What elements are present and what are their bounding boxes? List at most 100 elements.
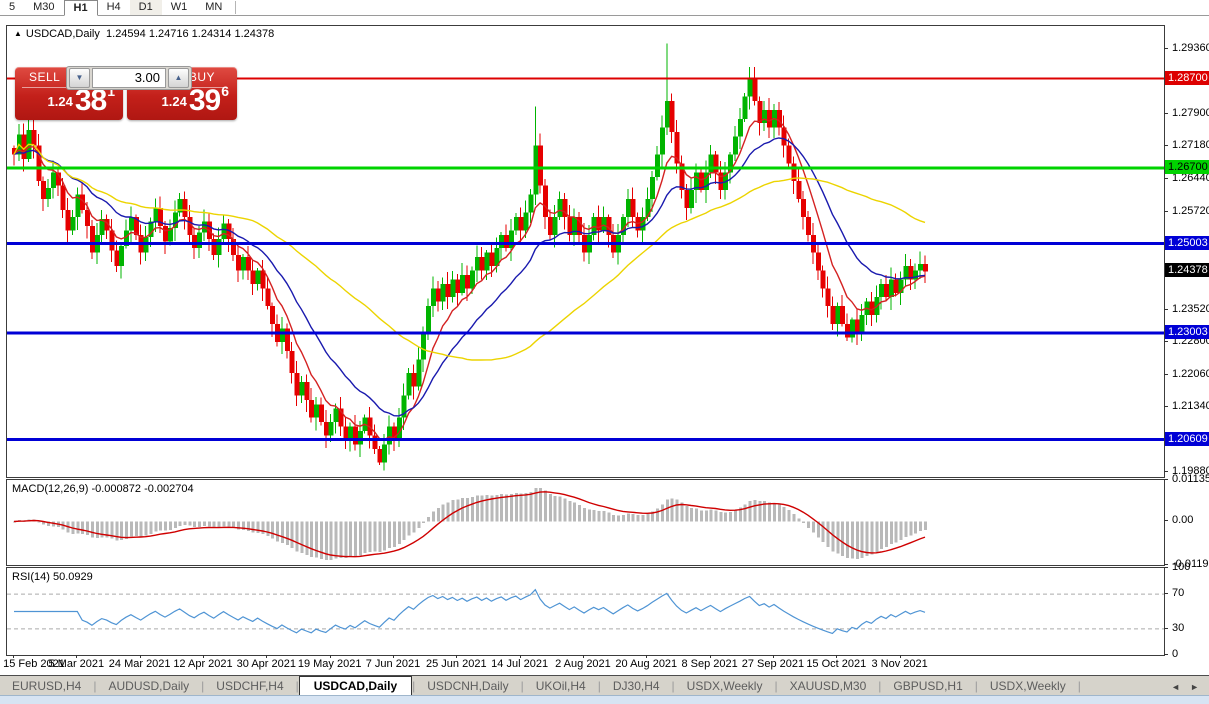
sell-label: SELL — [29, 70, 60, 84]
time-axis: 15 Feb 20215 Mar 202124 Mar 202112 Apr 2… — [0, 655, 1164, 674]
chart-tab-usdchf-h4[interactable]: USDCHF,H4 — [204, 677, 295, 696]
price-tick-label: 1.26440 — [1172, 172, 1209, 185]
macd-histogram — [13, 488, 927, 560]
rsi-tick-label: 0 — [1172, 648, 1178, 661]
timeframe-tab-w1[interactable]: W1 — [162, 0, 197, 15]
price-badge-1.23003: 1.23003 — [1165, 325, 1209, 339]
rsi-line — [14, 590, 925, 634]
timeframe-tab-h4[interactable]: H4 — [98, 0, 130, 15]
rsi-indicator-label: RSI(14) 50.0929 — [12, 571, 93, 583]
chart-tab-usdx-weekly[interactable]: USDX,Weekly — [675, 677, 775, 696]
chevron-up-icon: ▲ — [175, 73, 183, 82]
macd-tick-mark — [1164, 520, 1168, 521]
buy-price-big: 39 — [189, 84, 220, 117]
price-badge-1.20609: 1.20609 — [1165, 432, 1209, 446]
volume-decrease-button[interactable]: ▼ — [69, 68, 90, 88]
date-label: 8 Sep 2021 — [681, 658, 737, 670]
price-axis: 1.29360 1.27900 1.27180 1.26440 1.25720 1.235… — [1164, 16, 1209, 676]
price-tick-mark — [1164, 145, 1168, 146]
sell-price-prefix: 1.24 — [48, 94, 73, 109]
price-tick-mark — [1164, 374, 1168, 375]
price-badge-1.28700: 1.28700 — [1165, 71, 1209, 85]
timeframe-tab-5[interactable]: 5 — [0, 0, 24, 15]
rsi-tick-mark — [1164, 654, 1168, 655]
date-label: 30 Apr 2021 — [237, 658, 296, 670]
chart-tab-xauusd-m30[interactable]: XAUUSD,M30 — [778, 677, 879, 696]
chart-tab-gbpusd-h1[interactable]: GBPUSD,H1 — [881, 677, 974, 696]
price-tick-mark — [1164, 309, 1168, 310]
price-tick-label: 1.22060 — [1172, 368, 1209, 381]
timeframe-tab-m30[interactable]: M30 — [24, 0, 63, 15]
chart-tab-ukoil-h4[interactable]: UKOil,H4 — [524, 677, 598, 696]
price-tick-label: 1.27900 — [1172, 107, 1209, 120]
date-label: 7 Jun 2021 — [366, 658, 420, 670]
tab-scroll-right-icon[interactable]: ► — [1190, 682, 1199, 692]
date-label: 15 Oct 2021 — [806, 658, 866, 670]
chart-tab-dj30-h4[interactable]: DJ30,H4 — [601, 677, 672, 696]
price-tick-label: 1.23520 — [1172, 303, 1209, 316]
date-label: 3 Nov 2021 — [871, 658, 927, 670]
chevron-down-icon: ▼ — [76, 73, 84, 82]
price-tick-mark — [1164, 406, 1168, 407]
macd-tick-label: 0.00 — [1172, 514, 1193, 527]
tab-separator: | — [1078, 679, 1081, 696]
volume-spinner: ▼ 3.00 ▲ — [66, 66, 192, 90]
chart-ohlc-values: 1.24594 1.24716 1.24314 1.24378 — [106, 28, 274, 40]
chart-tab-usdcad-daily[interactable]: USDCAD,Daily — [299, 676, 412, 697]
chart-symbol-label: USDCAD,Daily — [26, 28, 100, 40]
macd-tick-label: 0.01135 — [1172, 473, 1209, 486]
date-label: 12 Apr 2021 — [173, 658, 232, 670]
buy-price-prefix: 1.24 — [162, 94, 187, 109]
chart-tab-usdx-weekly[interactable]: USDX,Weekly — [978, 677, 1078, 696]
toolbar-separator — [235, 1, 236, 14]
date-label: 19 May 2021 — [298, 658, 362, 670]
rsi-indicator-panel: RSI(14) 50.0929 — [6, 567, 1165, 656]
price-tick-label: 1.29360 — [1172, 42, 1209, 55]
price-badge-1.24378: 1.24378 — [1165, 263, 1209, 277]
price-badge-1.26700: 1.26700 — [1165, 160, 1209, 174]
date-label: 2 Aug 2021 — [555, 658, 611, 670]
price-badge-1.25003: 1.25003 — [1165, 236, 1209, 250]
rsi-tick-label: 100 — [1172, 561, 1190, 574]
macd-tick-mark — [1164, 479, 1168, 480]
status-strip — [0, 695, 1209, 704]
date-label: 14 Jul 2021 — [491, 658, 548, 670]
price-tick-label: 1.25720 — [1172, 205, 1209, 218]
tab-scroll-left-icon[interactable]: ◄ — [1171, 682, 1180, 692]
collapse-panel-icon[interactable]: ▲ — [14, 29, 22, 38]
ma-line-50 — [14, 144, 925, 360]
buy-label: BUY — [189, 70, 215, 84]
date-label: 27 Sep 2021 — [742, 658, 804, 670]
chart-tab-audusd-daily[interactable]: AUDUSD,Daily — [96, 677, 201, 696]
price-tick-label: 1.21340 — [1172, 400, 1209, 413]
rsi-tick-mark — [1164, 567, 1168, 568]
timeframe-tab-h1[interactable]: H1 — [64, 0, 98, 16]
chart-tab-usdcnh-daily[interactable]: USDCNH,Daily — [415, 677, 520, 696]
macd-indicator-panel: MACD(12,26,9) -0.000872 -0.002704 — [6, 479, 1165, 566]
price-tick-mark — [1164, 341, 1168, 342]
timeframe-toolbar: 5M30H1H4D1W1MN — [0, 0, 1209, 16]
volume-input[interactable]: 3.00 — [92, 68, 166, 88]
date-label: 25 Jun 2021 — [426, 658, 487, 670]
price-tick-label: 1.27180 — [1172, 139, 1209, 152]
chart-tab-bar: EURUSD,H4|AUDUSD,Daily|USDCHF,H4|USDCAD,… — [0, 675, 1209, 696]
tab-scroll-buttons: ◄► — [1171, 682, 1209, 696]
date-label: 20 Aug 2021 — [615, 658, 677, 670]
price-tick-mark — [1164, 471, 1168, 472]
price-tick-mark — [1164, 113, 1168, 114]
trading-platform-window: 5M30H1H4D1W1MN ▲ USDCAD,Daily 1.24594 1.2… — [0, 0, 1209, 704]
macd-tick-mark — [1164, 564, 1168, 565]
macd-indicator-label: MACD(12,26,9) -0.000872 -0.002704 — [12, 483, 194, 495]
volume-increase-button[interactable]: ▲ — [168, 68, 189, 88]
rsi-chart-canvas[interactable] — [7, 568, 1164, 655]
timeframe-tab-d1[interactable]: D1 — [130, 0, 162, 15]
rsi-tick-label: 70 — [1172, 587, 1184, 600]
rsi-tick-mark — [1164, 628, 1168, 629]
date-label: 5 Mar 2021 — [49, 658, 105, 670]
price-chart-panel: ▲ USDCAD,Daily 1.24594 1.24716 1.24314 1.… — [6, 25, 1165, 478]
chart-tab-eurusd-h4[interactable]: EURUSD,H4 — [0, 677, 93, 696]
price-tick-mark — [1164, 48, 1168, 49]
date-label: 24 Mar 2021 — [109, 658, 171, 670]
timeframe-tab-mn[interactable]: MN — [196, 0, 231, 15]
rsi-tick-label: 30 — [1172, 622, 1184, 635]
